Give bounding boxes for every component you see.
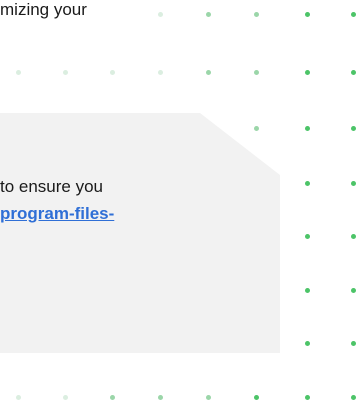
pattern-dot xyxy=(304,180,310,186)
pattern-dot xyxy=(350,287,356,293)
pattern-dot xyxy=(304,69,310,75)
callout-link[interactable]: program-files- xyxy=(0,204,114,224)
pattern-dot xyxy=(350,125,356,131)
pattern-dot xyxy=(304,11,310,17)
pattern-dot xyxy=(350,394,356,400)
pattern-dot xyxy=(350,69,356,75)
pattern-dot xyxy=(253,69,259,75)
pattern-dot xyxy=(15,69,21,75)
pattern-dot xyxy=(304,340,310,346)
pattern-dot xyxy=(157,11,163,17)
pattern-dot xyxy=(253,125,259,131)
pattern-dot xyxy=(304,287,310,293)
pattern-dot xyxy=(157,69,163,75)
pattern-dot xyxy=(304,125,310,131)
pattern-dot xyxy=(350,180,356,186)
pattern-dot xyxy=(205,11,211,17)
callout-body-text: to ensure you xyxy=(0,177,104,196)
pattern-dot xyxy=(15,394,21,400)
pattern-dot xyxy=(350,11,356,17)
pattern-dot xyxy=(109,69,115,75)
info-callout-card xyxy=(0,113,280,353)
pattern-dot xyxy=(62,394,68,400)
pattern-dot xyxy=(304,233,310,239)
pattern-dot xyxy=(205,394,211,400)
pattern-dot xyxy=(205,69,211,75)
pattern-dot xyxy=(350,233,356,239)
pattern-dot xyxy=(304,394,310,400)
pattern-dot xyxy=(350,340,356,346)
pattern-dot xyxy=(109,394,115,400)
pattern-dot xyxy=(253,11,259,17)
pattern-dot xyxy=(62,69,68,75)
pattern-dot xyxy=(157,394,163,400)
intro-text-fragment: mizing your xyxy=(0,0,87,19)
pattern-dot xyxy=(253,394,259,400)
